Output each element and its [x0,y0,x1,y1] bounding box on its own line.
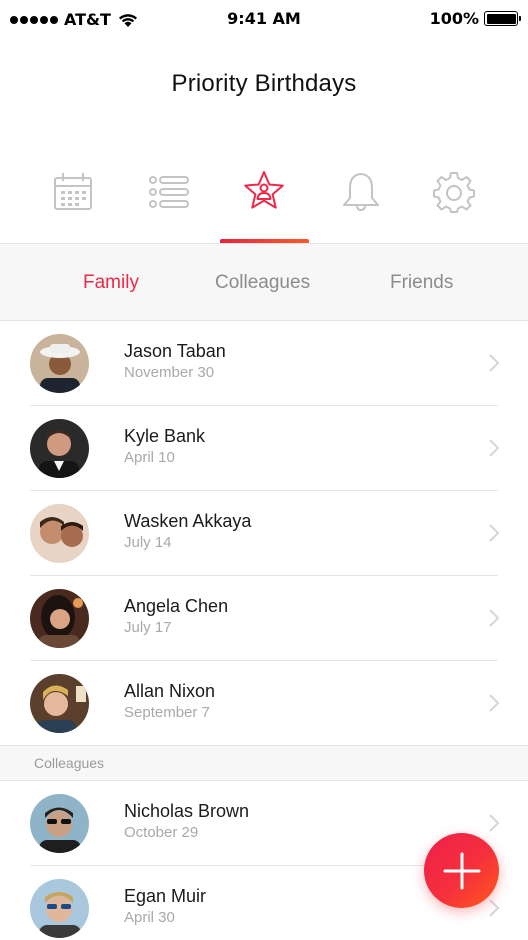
battery-percent: 100% [429,9,479,28]
avatar [30,589,89,648]
add-birthday-button[interactable] [424,833,499,908]
contact-name: Allan Nixon [124,681,216,701]
avatar [30,504,89,563]
tab-colleagues[interactable]: Colleagues [215,272,310,294]
avatar [30,334,89,393]
avatar [30,674,89,733]
chevron-right-icon [489,354,500,372]
plus-icon [443,852,480,889]
contact-name: Wasken Akkaya [124,511,252,531]
chevron-right-icon [489,694,500,712]
list-item[interactable]: Kyle Bank April 10 [0,406,528,491]
status-bar: AT&T 9:41 AM 100% [0,0,528,40]
page-title: Priority Birthdays [171,70,357,97]
contact-name: Angela Chen [124,596,229,616]
calendar-icon [54,173,92,210]
nav-priority[interactable] [242,170,286,214]
chevron-right-icon [489,814,500,832]
list-item[interactable]: Allan Nixon September 7 [0,661,528,746]
list-item[interactable]: Jason Taban November 30 [0,321,528,406]
nav-list[interactable] [146,170,190,214]
star-person-icon [244,171,284,209]
avatar [30,419,89,478]
birthday-date: September 7 [124,704,210,721]
battery-group: 100% [429,9,521,28]
chevron-right-icon [489,609,500,627]
birthday-date: April 30 [124,909,175,926]
chevron-right-icon [489,524,500,542]
active-tab-indicator [220,239,309,243]
avatar [30,794,89,853]
birthday-date: July 14 [124,534,172,551]
gear-icon [433,172,475,213]
contact-name: Egan Muir [124,886,207,906]
tab-family[interactable]: Family [83,272,139,294]
nav-notifications[interactable] [339,170,383,214]
list-item[interactable]: Wasken Akkaya July 14 [0,491,528,576]
section-title: Colleagues [34,755,105,771]
list-item[interactable]: Angela Chen July 17 [0,576,528,661]
battery-icon [484,11,521,26]
contact-name: Jason Taban [124,341,226,361]
nav-calendar[interactable] [51,170,95,214]
birthday-date: November 30 [124,364,215,381]
bell-icon [343,173,379,211]
icon-nav [0,162,528,244]
contact-name: Kyle Bank [124,426,206,446]
birthday-date: April 10 [124,449,175,466]
avatar [30,879,89,938]
list-icon [149,176,189,208]
category-tabs: Family Colleagues Friends [0,244,528,321]
contact-name: Nicholas Brown [124,801,250,821]
section-header-colleagues: Colleagues [0,745,528,781]
chevron-right-icon [489,899,500,917]
birthday-date: July 17 [124,619,172,636]
birthday-date: October 29 [124,824,199,841]
chevron-right-icon [489,439,500,457]
tab-friends[interactable]: Friends [390,272,453,294]
nav-settings[interactable] [432,170,476,214]
